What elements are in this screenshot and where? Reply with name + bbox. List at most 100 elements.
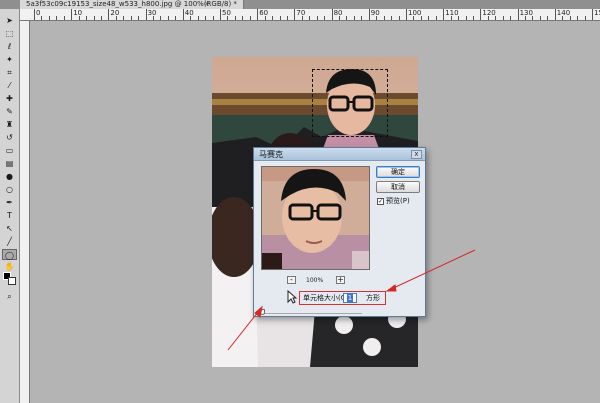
ruler-minor-tick bbox=[301, 16, 303, 20]
crop-icon[interactable]: ⌗ bbox=[2, 67, 17, 78]
cell-size-unit: 方形 bbox=[366, 294, 380, 302]
zoom-out-button[interactable]: - bbox=[287, 276, 296, 284]
brush-icon[interactable]: ✎ bbox=[2, 106, 17, 117]
cell-size-input[interactable]: 1 bbox=[343, 293, 357, 303]
ruler-minor-tick bbox=[242, 16, 244, 20]
ruler-minor-tick bbox=[272, 16, 274, 20]
ruler-minor-tick bbox=[63, 16, 65, 20]
ruler-minor-tick bbox=[376, 16, 378, 20]
pen-icon[interactable]: ✒ bbox=[2, 197, 17, 208]
cell-size-slider[interactable] bbox=[262, 313, 362, 314]
ruler-major-tick bbox=[554, 9, 556, 20]
ruler-major-tick bbox=[34, 9, 35, 20]
dialog-titlebar[interactable]: 马赛克 x bbox=[254, 148, 425, 161]
mosaic-dialog: 马赛克 x 确定 取消 ✓ 预览(P) - 100% + 单元格大小(C): 1… bbox=[253, 147, 426, 317]
ruler-minor-tick bbox=[346, 16, 348, 20]
ruler-major-tick bbox=[443, 9, 445, 20]
preview-checkbox-label: 预览(P) bbox=[386, 197, 410, 205]
tab-close-icon[interactable]: × bbox=[204, 0, 210, 9]
ruler-minor-tick bbox=[547, 16, 549, 20]
ruler-minor-tick bbox=[420, 16, 422, 20]
history-brush-icon[interactable]: ↺ bbox=[2, 132, 17, 143]
ruler-label: 0 bbox=[36, 9, 41, 17]
ruler-major-tick bbox=[480, 9, 482, 20]
clone-stamp-icon[interactable]: ♜ bbox=[2, 119, 17, 130]
ruler-minor-tick bbox=[190, 16, 192, 20]
ruler-minor-tick bbox=[428, 16, 430, 20]
ruler-label: 110 bbox=[445, 9, 459, 17]
ruler-minor-tick bbox=[115, 16, 117, 20]
lasso-icon[interactable]: ℓ bbox=[2, 41, 17, 52]
ruler-minor-tick bbox=[41, 16, 43, 20]
ruler-minor-tick bbox=[383, 16, 385, 20]
dialog-title: 马赛克 bbox=[259, 150, 283, 159]
type-icon[interactable]: T bbox=[2, 210, 17, 221]
dialog-close-button[interactable]: x bbox=[411, 150, 422, 159]
ruler-minor-tick bbox=[577, 16, 579, 20]
ruler-major-tick bbox=[145, 9, 147, 20]
path-selection-icon[interactable]: ↖ bbox=[2, 223, 17, 234]
hand-icon[interactable]: ✋ bbox=[2, 261, 17, 272]
ruler-label: 100 bbox=[408, 9, 422, 17]
ruler-minor-tick bbox=[435, 16, 437, 20]
cell-size-value: 1 bbox=[346, 294, 354, 302]
magic-wand-icon[interactable]: ✦ bbox=[2, 54, 17, 65]
zoom-level: 100% bbox=[306, 277, 324, 284]
healing-brush-icon[interactable]: ✚ bbox=[2, 93, 17, 104]
ruler-major-tick bbox=[257, 9, 259, 20]
ruler-minor-tick bbox=[93, 16, 95, 20]
cancel-button[interactable]: 取消 bbox=[376, 181, 420, 193]
ruler-minor-tick bbox=[391, 16, 393, 20]
ruler-major-tick bbox=[71, 9, 73, 20]
vertical-ruler[interactable] bbox=[20, 21, 30, 403]
ruler-minor-tick bbox=[510, 16, 512, 20]
document-tab[interactable]: 5a3f53c09c19153_size48_w533_h800.jpg @ 1… bbox=[20, 0, 244, 9]
ruler-minor-tick bbox=[458, 16, 460, 20]
ruler-minor-tick bbox=[569, 16, 571, 20]
ruler-label: 130 bbox=[519, 9, 533, 17]
ruler-major-tick bbox=[406, 9, 407, 20]
ruler-minor-tick bbox=[398, 16, 400, 20]
ruler-minor-tick bbox=[78, 16, 80, 20]
zoom-icon[interactable]: ⌕ bbox=[2, 291, 17, 302]
ruler-minor-tick bbox=[487, 16, 489, 20]
horizontal-ruler[interactable]: 0102030405060708090100110120130140150160 bbox=[20, 9, 600, 21]
move-icon[interactable]: ➤ bbox=[2, 15, 17, 26]
ellipse-icon[interactable]: ◯ bbox=[2, 249, 17, 260]
photoshop-workspace: 5a3f53c09c19153_size48_w533_h800.jpg @ 1… bbox=[0, 0, 600, 403]
filter-preview[interactable] bbox=[261, 166, 370, 270]
ruler-minor-tick bbox=[525, 16, 527, 20]
ruler-minor-tick bbox=[450, 16, 452, 20]
eraser-icon[interactable]: ▭ bbox=[2, 145, 17, 156]
ruler-minor-tick bbox=[279, 16, 281, 20]
cell-size-slider-thumb[interactable] bbox=[260, 309, 265, 315]
ruler-minor-tick bbox=[353, 16, 355, 20]
ruler-major-tick bbox=[517, 9, 519, 20]
ruler-minor-tick bbox=[562, 16, 564, 20]
ruler-minor-tick bbox=[123, 16, 125, 20]
ruler-minor-tick bbox=[175, 16, 177, 20]
gradient-icon[interactable]: ▤ bbox=[2, 158, 17, 169]
marquee-selection[interactable] bbox=[312, 69, 388, 137]
ruler-minor-tick bbox=[495, 16, 497, 20]
background-color-swatch[interactable] bbox=[8, 277, 16, 285]
marquee-icon[interactable]: ⬚ bbox=[2, 28, 17, 39]
ruler-minor-tick bbox=[472, 16, 474, 20]
preview-checkbox[interactable]: ✓ bbox=[377, 198, 384, 205]
ruler-major-tick bbox=[220, 9, 221, 20]
ruler-minor-tick bbox=[264, 16, 266, 20]
mouse-cursor-icon bbox=[287, 290, 297, 304]
ruler-major-tick bbox=[108, 9, 110, 20]
dodge-icon[interactable]: ○ bbox=[2, 184, 17, 195]
eyedropper-icon[interactable]: ⁄ bbox=[2, 80, 17, 91]
blur-icon[interactable]: ● bbox=[2, 171, 17, 182]
preview-image bbox=[262, 167, 369, 269]
ruler-minor-tick bbox=[153, 16, 155, 20]
zoom-in-button[interactable]: + bbox=[336, 276, 345, 284]
ruler-major-tick bbox=[331, 9, 333, 20]
ok-button[interactable]: 确定 bbox=[376, 166, 420, 178]
ruler-minor-tick bbox=[532, 16, 534, 20]
line-icon[interactable]: ╱ bbox=[2, 236, 17, 247]
ruler-minor-tick bbox=[167, 16, 169, 20]
ruler-minor-tick bbox=[138, 16, 140, 20]
